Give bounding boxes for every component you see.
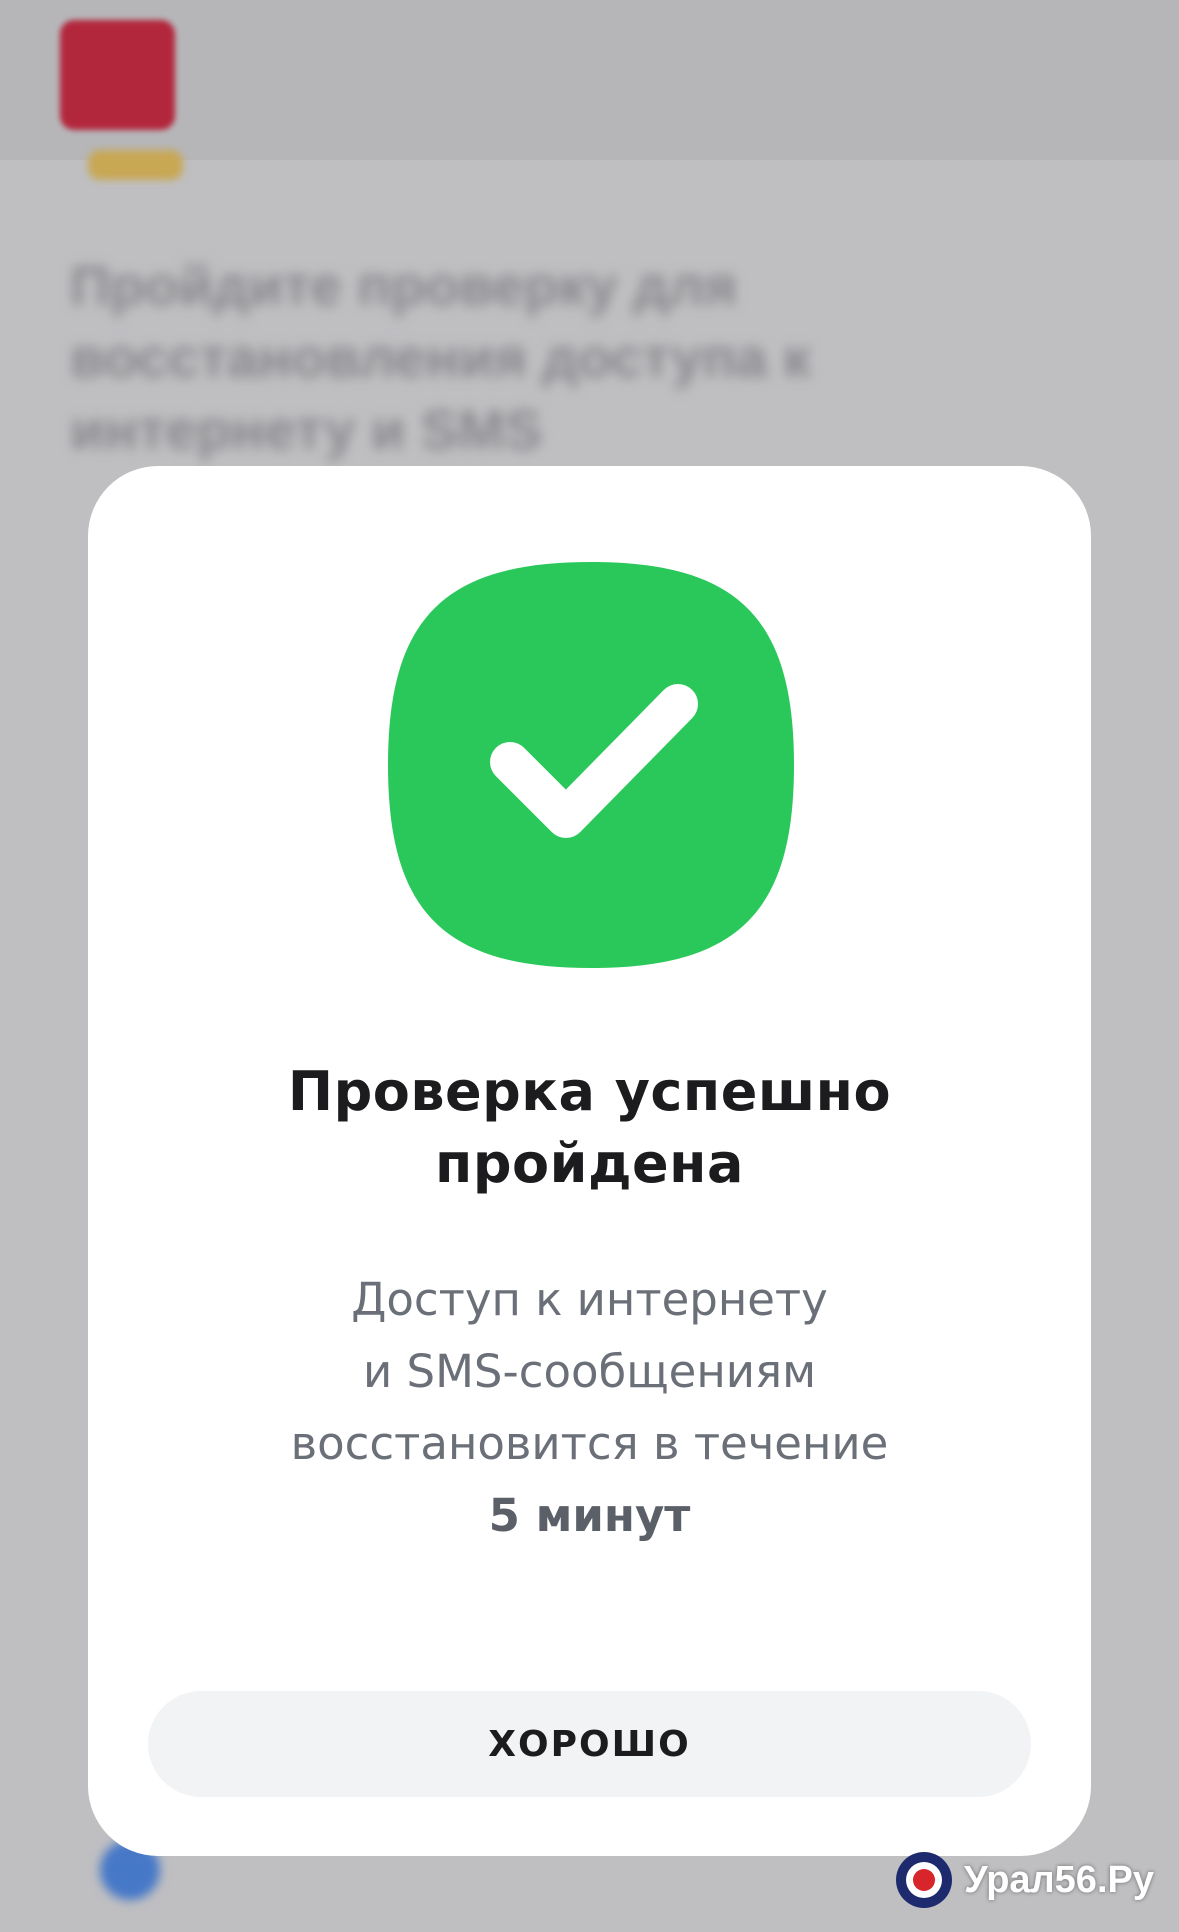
- watermark: Урал56.Ру: [896, 1850, 1154, 1910]
- dialog-title-line-1: Проверка успешно: [287, 1060, 892, 1123]
- dialog-message-line-1: Доступ к интернету: [351, 1273, 828, 1326]
- dialog-message: Доступ к интернету и SMS-сообщениям восс…: [148, 1264, 1031, 1552]
- watermark-text: Урал56.Ру: [964, 1858, 1154, 1901]
- watermark-logo-icon: [896, 1852, 952, 1908]
- dialog-title: Проверка успешно пройдена: [148, 1056, 1031, 1200]
- dialog-message-line-2: и SMS-сообщениям: [362, 1345, 817, 1398]
- check-icon: [388, 562, 794, 968]
- dialog-message-line-3: восстановится в течение: [290, 1417, 889, 1470]
- dialog-message-duration: 5 минут: [488, 1489, 691, 1542]
- ok-button[interactable]: ХОРОШО: [148, 1691, 1031, 1797]
- dialog-title-line-2: пройдена: [435, 1132, 744, 1195]
- success-dialog: Проверка успешно пройдена Доступ к интер…: [88, 466, 1091, 1856]
